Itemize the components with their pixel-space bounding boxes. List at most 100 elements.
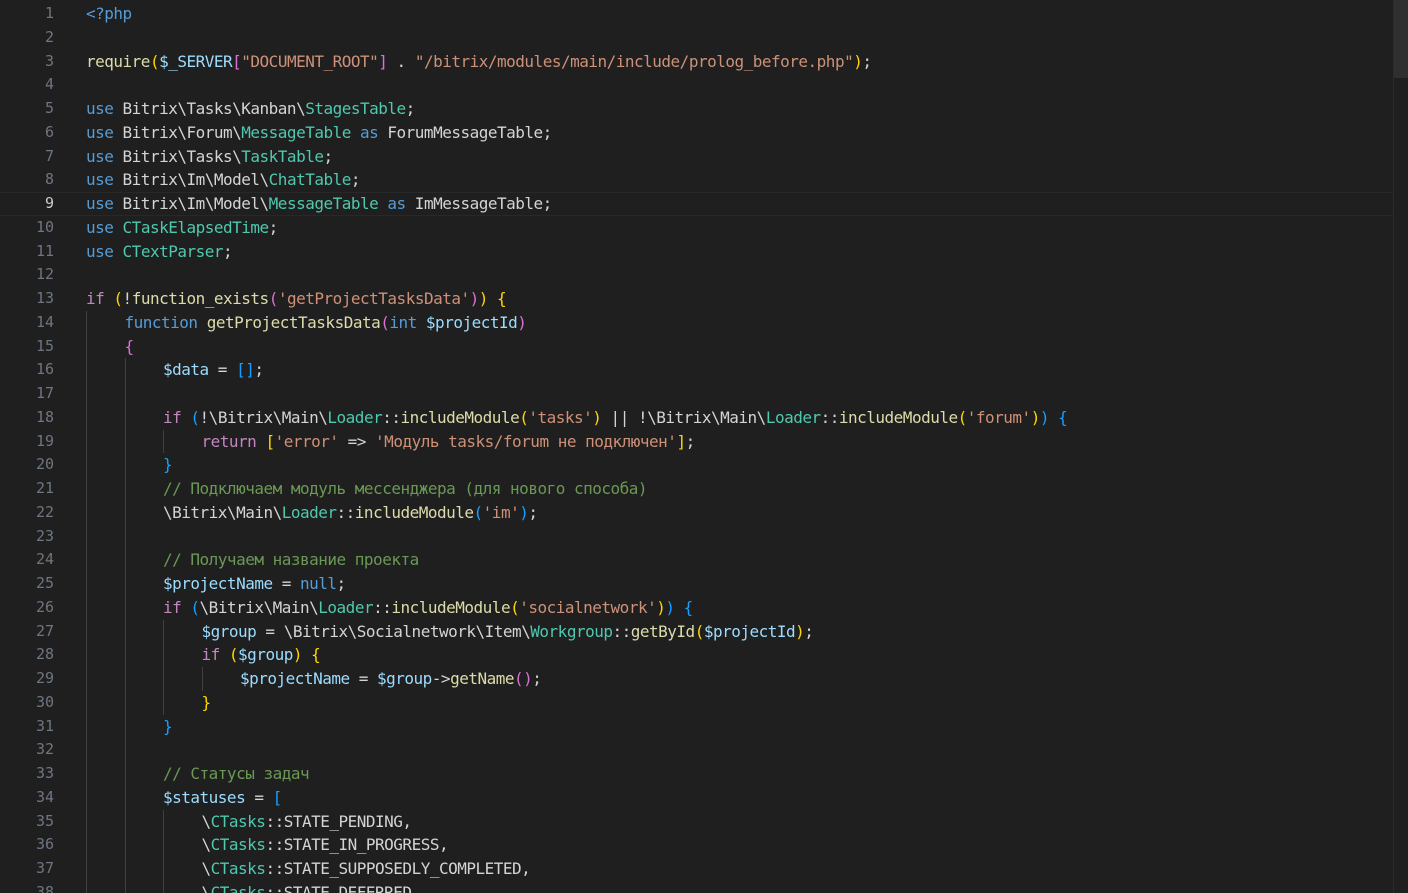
code-token-bracket1: ( — [113, 289, 123, 308]
code-line[interactable] — [86, 738, 1378, 762]
code-token-punct: ::STATE_PENDING, — [265, 811, 412, 831]
indent-guide — [86, 334, 87, 359]
code-token-bracket3: [] — [236, 360, 255, 380]
code-token-function: getById — [630, 621, 695, 641]
line-number: 18 — [35, 407, 54, 426]
code-line[interactable]: use Bitrix\Forum\MessageTable as ForumMe… — [86, 121, 1378, 145]
code-line[interactable]: use CTextParser; — [86, 240, 1378, 264]
code-line[interactable]: use CTaskElapsedTime; — [86, 216, 1378, 240]
code-token-class: Workgroup — [530, 621, 613, 641]
code-token-variable: $statuses — [163, 787, 246, 807]
code-line[interactable] — [86, 73, 1378, 97]
code-token-bracket1: } — [201, 692, 212, 712]
code-token-class: CTasks — [210, 835, 266, 855]
indent-guide — [86, 500, 87, 525]
code-token-punct: Bitrix\Im\Model\ — [113, 170, 270, 190]
indent-guide — [124, 857, 126, 881]
code-line[interactable]: $statuses = [ — [86, 785, 1378, 810]
code-line[interactable] — [86, 263, 1378, 287]
code-token-punct: ::STATE_DEFERRED — [265, 882, 412, 893]
code-line[interactable]: $projectName = $group->getName(); — [86, 667, 1378, 691]
code-line[interactable]: } — [86, 714, 1378, 739]
code-line[interactable]: if (!function_exists('getProjectTasksDat… — [86, 287, 1378, 311]
code-line[interactable]: require($_SERVER["DOCUMENT_ROOT"] . "/bi… — [86, 50, 1378, 74]
code-token-punct — [302, 645, 311, 664]
code-line[interactable]: } — [86, 453, 1378, 477]
line-number: 13 — [35, 289, 54, 307]
code-token-string: 'forum' — [966, 407, 1031, 427]
code-token-punct: ; — [528, 502, 538, 522]
code-line[interactable]: <?php — [86, 2, 1378, 26]
code-token-class: CTasks — [210, 859, 266, 878]
code-token-control: if — [86, 289, 105, 308]
code-token-bracket3: ( — [473, 502, 484, 522]
indent-guide — [124, 595, 126, 620]
indent-guide — [124, 809, 126, 834]
code-line[interactable]: // Получаем название проекта — [86, 548, 1378, 572]
code-line[interactable]: if (!\Bitrix\Main\Loader::includeModule(… — [86, 405, 1378, 430]
line-number: 10 — [35, 217, 54, 236]
code-token-bracket3: ) — [665, 597, 675, 617]
code-line[interactable] — [86, 382, 1378, 406]
code-content: // Статусы задач — [163, 764, 310, 783]
line-number: 4 — [44, 75, 54, 94]
code-token-punct: ; — [323, 146, 333, 166]
code-line[interactable] — [86, 524, 1378, 549]
code-line[interactable]: } — [86, 690, 1378, 715]
line-number: 31 — [35, 716, 54, 735]
code-content: } — [163, 717, 173, 736]
code-token-punct: = — [349, 669, 377, 688]
code-line[interactable]: { — [86, 334, 1378, 359]
code-line[interactable]: use Bitrix\Tasks\TaskTable; — [86, 145, 1378, 169]
code-token-string: 'tasks' — [528, 407, 593, 427]
code-token-punct — [675, 598, 684, 617]
code-line[interactable]: $projectName = null; — [86, 572, 1378, 596]
code-line[interactable]: use Bitrix\Im\Model\ChatTable; — [86, 168, 1378, 192]
code-token-punct — [351, 123, 360, 142]
code-content: \CTasks::STATE_SUPPOSEDLY_COMPLETED, — [202, 859, 531, 878]
code-line[interactable]: use Bitrix\Tasks\Kanban\StagesTable; — [86, 97, 1378, 121]
indent-guide — [86, 690, 87, 715]
code-content: } — [201, 692, 212, 712]
code-line[interactable]: \CTasks::STATE_PENDING, — [86, 809, 1378, 834]
code-content: use Bitrix\Im\Model\ChatTable; — [86, 170, 361, 190]
code-line[interactable]: // Статусы задач — [86, 762, 1378, 786]
code-line[interactable]: $group = \Bitrix\Socialnetwork\Item\Work… — [86, 619, 1378, 644]
code-token-function: getProjectTasksData — [206, 312, 381, 332]
scrollbar-thumb[interactable] — [1394, 0, 1408, 78]
code-line[interactable]: // Подключаем модуль мессенджера (для но… — [86, 477, 1378, 501]
code-line[interactable] — [86, 26, 1378, 50]
code-line[interactable]: \CTasks::STATE_DEFERRED — [86, 880, 1378, 893]
indent-guide — [201, 667, 203, 691]
code-line[interactable]: \CTasks::STATE_IN_PROGRESS, — [86, 833, 1378, 857]
code-token-variable: $projectName — [163, 574, 273, 593]
code-line[interactable]: if ($group) { — [86, 643, 1378, 667]
indent-guide — [124, 453, 126, 477]
code-token-bracket1: ) — [1030, 407, 1041, 427]
vertical-scrollbar[interactable] — [1394, 0, 1408, 893]
code-token-class: TaskTable — [241, 146, 324, 166]
code-line[interactable]: \Bitrix\Main\Loader::includeModule('im')… — [86, 500, 1378, 525]
line-number: 8 — [44, 170, 54, 189]
code-line[interactable]: function getProjectTasksData(int $projec… — [86, 310, 1378, 335]
code-area[interactable]: <?php require($_SERVER["DOCUMENT_ROOT"] .… — [0, 2, 1408, 893]
code-token-punct: ; — [223, 241, 233, 261]
indent-guide — [124, 714, 126, 739]
indent-guide — [124, 619, 126, 644]
code-line[interactable]: $data = []; — [86, 358, 1378, 382]
code-token-control: return — [201, 431, 257, 451]
code-line[interactable]: if (\Bitrix\Main\Loader::includeModule('… — [86, 595, 1378, 620]
code-token-function: includeModule — [391, 597, 511, 617]
code-token-control: if — [163, 407, 182, 427]
code-token-string: "DOCUMENT_ROOT" — [241, 51, 379, 71]
code-content: $group = \Bitrix\Socialnetwork\Item\Work… — [202, 622, 814, 641]
code-editor[interactable]: 1 2 3 4 5 6 7 8 9 10 11 12 13 14 15 16 17 18 19 20 21 22 23 24 2… — [0, 0, 1408, 893]
code-line[interactable]: return ['error' => 'Модуль tasks/forum н… — [86, 429, 1378, 454]
code-token-bracket1: { — [497, 289, 507, 308]
code-token-punct: ; — [254, 360, 264, 380]
code-line[interactable]: \CTasks::STATE_SUPPOSEDLY_COMPLETED, — [86, 857, 1378, 881]
code-line[interactable]: use Bitrix\Im\Model\MessageTable as ImMe… — [0, 192, 1408, 216]
code-token-bracket3: [ — [272, 787, 283, 807]
code-token-keyword: null — [300, 574, 337, 593]
code-token-punct — [220, 645, 229, 664]
